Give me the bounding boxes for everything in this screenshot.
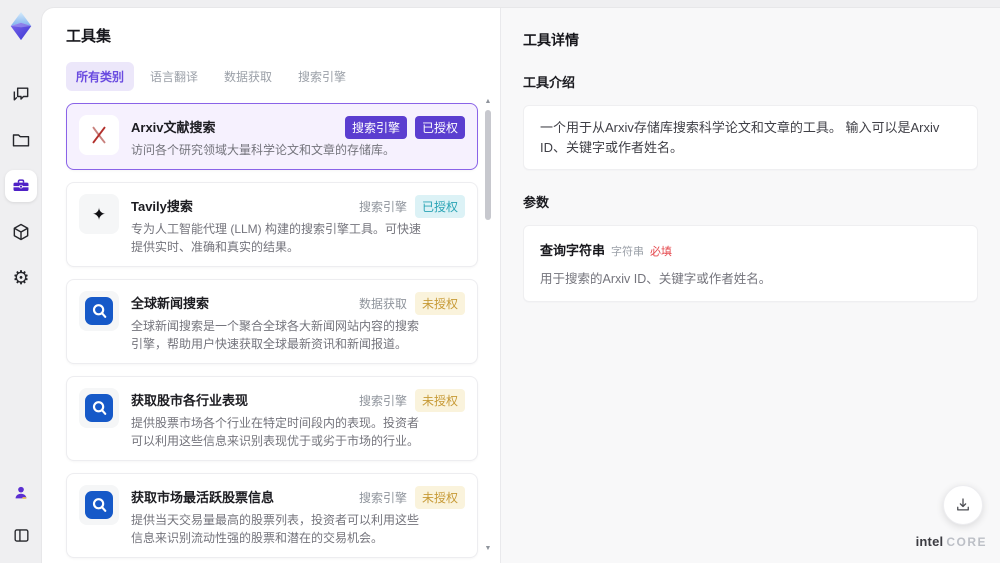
q-search-icon (85, 394, 113, 422)
left-rail: ⚙ (0, 0, 42, 563)
category-tab-2[interactable]: 数据获取 (214, 62, 282, 91)
chat-icon[interactable] (5, 78, 37, 110)
tool-tags: 搜索引擎 已授权 (344, 116, 465, 139)
scroll-up-icon[interactable]: ▲ (483, 98, 493, 106)
scroll-down-icon[interactable]: ▼ (483, 545, 493, 553)
qblue-icon (79, 388, 119, 428)
collapse-panel-icon[interactable] (5, 519, 37, 551)
main-content: 工具集 所有类别 语言翻译 数据获取 搜索引擎 Arxiv文献搜索 访问各个研究领域大… (42, 8, 1000, 563)
tool-category-tag: 搜索引擎 (344, 116, 407, 139)
intro-heading: 工具介绍 (523, 75, 576, 90)
tool-tags: 搜索引擎 未授权 (359, 389, 465, 412)
download-button[interactable] (943, 485, 983, 525)
category-tab-1[interactable]: 语言翻译 (140, 62, 208, 91)
intel-core-logo: intel core (916, 534, 987, 549)
param-description: 用于搜索的Arxiv ID、关键字或作者姓名。 (540, 272, 772, 286)
tool-category-tag: 搜索引擎 (358, 394, 407, 408)
tool-tags: 搜索引擎 已授权 (359, 195, 465, 218)
tool-card-3[interactable]: 获取股市各行业表现 提供股票市场各个行业在特定时间段内的表现。投资者可以利用这些… (66, 376, 478, 461)
app-window: ⚙ 工具集 所有类别 语言翻译 数据获取 搜索引擎 Arxiv文献搜索 访问各个… (0, 0, 1000, 563)
tool-category-tag: 搜索引擎 (358, 491, 407, 505)
tool-description: 提供当天交易量最高的股票列表，投资者可以利用这些信息来识别流动性强的股票和潜在的… (131, 513, 420, 545)
arxiv-icon (79, 115, 119, 155)
tool-description: 访问各个研究领域大量科学论文和文章的存储库。 (131, 143, 396, 157)
core-brand-text: core (946, 535, 987, 549)
tool-description: 专为人工智能代理 (LLM) 构建的搜索引擎工具。可快速提供实时、准确和真实的结… (131, 222, 422, 254)
param-box: 查询字符串 字符串 必填 用于搜索的Arxiv ID、关键字或作者姓名。 (523, 225, 978, 302)
detail-title: 工具详情 (523, 32, 579, 48)
tool-list: Arxiv文献搜索 访问各个研究领域大量科学论文和文章的存储库。 搜索引擎 已授… (66, 103, 478, 563)
tool-auth-badge: 已授权 (414, 116, 465, 139)
tool-detail-panel: 工具详情 工具介绍 一个用于从Arxiv存储库搜索科学论文和文章的工具。 输入可… (500, 8, 1000, 563)
rail-bottom (5, 477, 37, 563)
toolbox-icon[interactable] (5, 170, 37, 202)
category-tabs: 所有类别 语言翻译 数据获取 搜索引擎 (66, 62, 500, 91)
param-type: 字符串 (611, 246, 645, 258)
scrollbar-thumb[interactable] (485, 110, 491, 220)
params-heading: 参数 (523, 195, 550, 210)
tool-auth-badge: 已授权 (414, 195, 465, 218)
category-tab-0[interactable]: 所有类别 (66, 62, 135, 91)
folder-icon[interactable] (5, 124, 37, 156)
user-avatar-icon[interactable] (5, 477, 37, 509)
tool-auth-badge: 未授权 (414, 292, 465, 315)
tool-tags: 搜索引擎 未授权 (359, 486, 465, 509)
tool-card-1[interactable]: ✦ Tavily搜索 专为人工智能代理 (LLM) 构建的搜索引擎工具。可快速提… (66, 182, 478, 267)
tool-card-4[interactable]: 获取市场最活跃股票信息 提供当天交易量最高的股票列表，投资者可以利用这些信息来识… (66, 473, 478, 558)
tool-description: 提供股票市场各个行业在特定时间段内的表现。投资者可以利用这些信息来识别表现优于或… (131, 416, 420, 448)
category-tab-3[interactable]: 搜索引擎 (288, 62, 356, 91)
tavily-star-icon: ✦ (91, 204, 107, 224)
cube-icon[interactable] (5, 216, 37, 248)
settings-gear-icon[interactable]: ⚙ (5, 262, 37, 294)
param-header: 查询字符串 字符串 必填 (540, 240, 961, 259)
tool-description: 全球新闻搜索是一个聚合全球各大新闻网站内容的搜索引擎，帮助用户快速获取全球最新资… (131, 319, 420, 351)
tool-auth-badge: 未授权 (414, 486, 465, 509)
tool-card-0[interactable]: Arxiv文献搜索 访问各个研究领域大量科学论文和文章的存储库。 搜索引擎 已授… (66, 103, 478, 170)
page-title: 工具集 (66, 28, 112, 45)
tavily-icon: ✦ (79, 194, 119, 234)
intel-brand-text: intel (915, 534, 944, 549)
intro-text: 一个用于从Arxiv存储库搜索科学论文和文章的工具。 输入可以是Arxiv ID… (540, 120, 940, 155)
tool-category-tag: 数据获取 (358, 297, 407, 311)
tool-card-2[interactable]: 全球新闻搜索 全球新闻搜索是一个聚合全球各大新闻网站内容的搜索引擎，帮助用户快速… (66, 279, 478, 364)
qblue-icon (79, 291, 119, 331)
rail-nav: ⚙ (5, 78, 37, 294)
tool-list-panel: 工具集 所有类别 语言翻译 数据获取 搜索引擎 Arxiv文献搜索 访问各个研究领域大… (42, 8, 500, 563)
param-required-badge: 必填 (650, 246, 673, 258)
q-search-icon (85, 491, 113, 519)
q-search-icon (85, 297, 113, 325)
intro-box: 一个用于从Arxiv存储库搜索科学论文和文章的工具。 输入可以是Arxiv ID… (523, 105, 978, 170)
tool-auth-badge: 未授权 (414, 389, 465, 412)
tool-category-tag: 搜索引擎 (358, 200, 407, 214)
app-logo-icon (6, 10, 36, 42)
qblue-icon (79, 485, 119, 525)
tool-tags: 数据获取 未授权 (359, 292, 465, 315)
param-name: 查询字符串 (540, 243, 606, 258)
scrollbar[interactable]: ▲ ▼ (483, 98, 493, 553)
